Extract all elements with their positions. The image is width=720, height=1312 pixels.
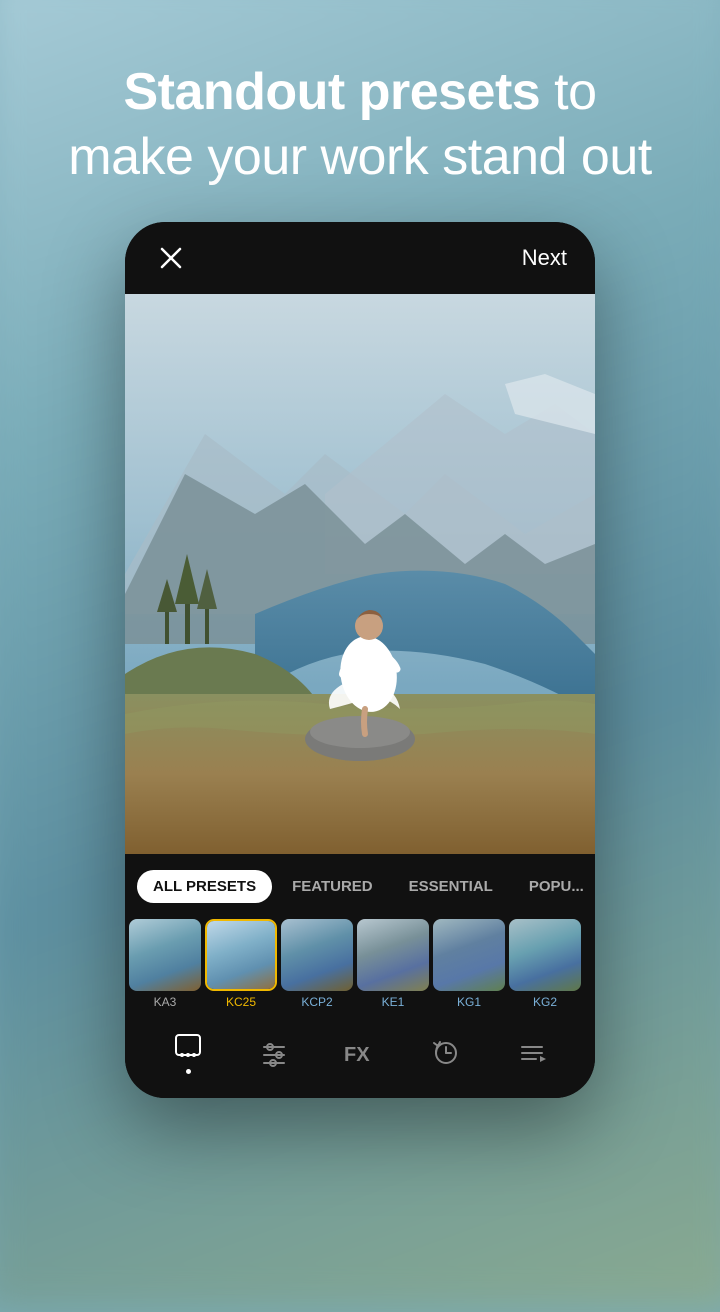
preset-label-ka3: KA3	[154, 995, 177, 1009]
preset-item-kg1[interactable]: KG1	[433, 919, 505, 1009]
tool-menu[interactable]	[516, 1037, 548, 1069]
preset-thumb-kc25	[205, 919, 277, 991]
preset-thumb-kg1	[433, 919, 505, 991]
preset-thumb-kcp2	[281, 919, 353, 991]
bottom-toolbar: FX	[125, 1017, 595, 1098]
preset-item-kc25[interactable]: KC25	[205, 919, 277, 1009]
menu-icon	[516, 1037, 548, 1069]
next-button[interactable]: Next	[522, 245, 567, 271]
preset-thumbnails-row: KA3 KC25 KCP2 KE1	[125, 919, 595, 1017]
tool-history[interactable]	[430, 1037, 462, 1069]
history-icon	[430, 1037, 462, 1069]
tab-popular[interactable]: POPU...	[513, 870, 595, 903]
tool-presets[interactable]	[172, 1031, 204, 1074]
headline-block: Standout presets to make your work stand…	[28, 60, 691, 190]
photo-area	[125, 294, 595, 854]
preset-label-kc25: KC25	[226, 995, 256, 1009]
preset-label-kg2: KG2	[533, 995, 557, 1009]
close-button[interactable]	[153, 240, 189, 276]
svg-text:FX: FX	[344, 1044, 370, 1066]
preset-item-ka3[interactable]: KA3	[129, 919, 201, 1009]
tab-all-presets[interactable]: ALL PRESETS	[137, 870, 272, 903]
preset-item-kcp2[interactable]: KCP2	[281, 919, 353, 1009]
presets-tabs: ALL PRESETS FEATURED ESSENTIAL POPU...	[125, 854, 595, 919]
main-content: Standout presets to make your work stand…	[0, 0, 720, 1280]
preset-item-ke1[interactable]: KE1	[357, 919, 429, 1009]
presets-icon	[172, 1031, 204, 1063]
tab-featured[interactable]: FEATURED	[276, 870, 389, 903]
fx-icon: FX	[344, 1037, 376, 1069]
preset-label-ke1: KE1	[382, 995, 405, 1009]
phone-mockup: Next	[125, 222, 595, 1098]
headline-text: Standout presets to make your work stand…	[68, 60, 651, 190]
tool-adjust[interactable]	[258, 1037, 290, 1069]
top-bar: Next	[125, 222, 595, 294]
preset-thumb-ka3	[129, 919, 201, 991]
tool-fx[interactable]: FX	[344, 1037, 376, 1069]
active-indicator	[186, 1069, 191, 1074]
preset-thumb-ke1	[357, 919, 429, 991]
tab-essential[interactable]: ESSENTIAL	[393, 870, 509, 903]
preset-thumb-kg2	[509, 919, 581, 991]
preset-item-kg2[interactable]: KG2	[509, 919, 581, 1009]
preset-label-kg1: KG1	[457, 995, 481, 1009]
adjust-icon	[258, 1037, 290, 1069]
preset-label-kcp2: KCP2	[301, 995, 332, 1009]
